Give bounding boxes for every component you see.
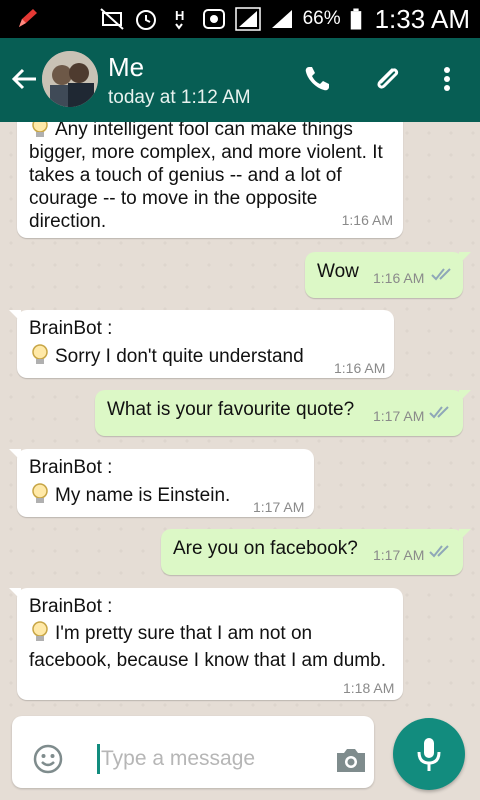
mic-icon: [417, 738, 441, 771]
camera-icon[interactable]: [334, 745, 368, 775]
h-signal-icon: H: [175, 8, 184, 30]
bubble-tail: [9, 449, 21, 461]
pencil-icon: [19, 9, 37, 27]
message-bubble-incoming[interactable]: BrainBot : I'm pretty sure that I am not…: [9, 588, 403, 700]
phone-icon[interactable]: [300, 62, 334, 96]
message-time: 1:17 AM: [373, 408, 425, 424]
signal-icon: [271, 10, 292, 28]
status-time: 1:33 AM: [374, 3, 470, 34]
message-text: I'm pretty sure that I am not on faceboo…: [29, 620, 395, 674]
read-ticks-icon: [431, 268, 451, 281]
message-bubble-incoming[interactable]: BrainBot : Sorry I don't quite understan…: [9, 310, 394, 378]
message-placeholder[interactable]: Type a message: [101, 747, 255, 771]
message-sender: BrainBot :: [29, 318, 113, 339]
lightbulb-icon: [32, 344, 48, 364]
message-bubble-outgoing[interactable]: What is your favourite quote? 1:17 AM: [95, 390, 471, 436]
battery-percent: 66%: [302, 8, 341, 29]
message-bubble-outgoing[interactable]: Are you on facebook? 1:17 AM: [161, 529, 471, 575]
mute-icon: [99, 8, 124, 30]
lightbulb-icon: [32, 483, 48, 503]
mic-button[interactable]: [393, 718, 465, 790]
data-saver-icon: [202, 9, 225, 29]
avatar[interactable]: [42, 51, 98, 107]
message-text: Any intelligent fool can make things bigg…: [29, 122, 389, 233]
signal-icon: [234, 7, 261, 31]
contact-name[interactable]: Me: [108, 52, 144, 83]
message-text: My name is Einstein.: [29, 482, 230, 507]
message-bubble-incoming[interactable]: Any intelligent fool can make things bigg…: [17, 122, 403, 238]
message-time: 1:17 AM: [373, 547, 425, 563]
message-time: 1:16 AM: [341, 212, 393, 228]
lightbulb-icon: [32, 621, 48, 641]
message-time: 1:18 AM: [343, 680, 395, 696]
last-seen: today at 1:12 AM: [108, 87, 251, 108]
message-sender: BrainBot :: [29, 596, 113, 617]
status-bar: H 66% 1:33 AM: [0, 0, 480, 38]
message-time: 1:16 AM: [373, 270, 425, 286]
message-text: What is your favourite quote?: [107, 399, 355, 420]
svg-text:H: H: [175, 8, 184, 23]
bubble-tail: [459, 390, 471, 402]
message-list[interactable]: Any intelligent fool can make things bigg…: [0, 122, 480, 708]
paperclip-icon[interactable]: [370, 62, 404, 96]
read-ticks-icon: [429, 545, 449, 558]
message-text: Are you on facebook?: [173, 538, 358, 559]
message-bubble-incoming[interactable]: BrainBot : My name is Einstein. 1:17 AM: [9, 449, 314, 517]
bubble-tail: [459, 529, 471, 541]
message-time: 1:16 AM: [334, 360, 386, 376]
message-time: 1:17 AM: [253, 499, 305, 515]
more-icon[interactable]: [432, 62, 462, 96]
avatar-image: [42, 51, 98, 107]
battery-icon: [350, 8, 361, 30]
bubble-tail: [9, 310, 21, 322]
emoji-icon[interactable]: [32, 743, 64, 775]
text-cursor: [97, 744, 100, 774]
message-input[interactable]: Type a message: [12, 716, 374, 788]
message-sender: BrainBot :: [29, 457, 113, 478]
composer-bar: Type a message: [0, 708, 480, 800]
message-bubble-outgoing[interactable]: Wow 1:16 AM: [305, 252, 471, 298]
alarm-icon: [135, 10, 156, 30]
read-ticks-icon: [429, 406, 449, 419]
message-text: Wow: [317, 261, 359, 282]
message-text: Sorry I don't quite understand: [29, 343, 304, 368]
bubble-tail: [9, 588, 21, 600]
lightbulb-icon: [32, 122, 48, 137]
bubble-tail: [459, 252, 471, 264]
back-arrow-icon[interactable]: [10, 64, 40, 94]
chat-header: Me today at 1:12 AM: [0, 38, 480, 122]
